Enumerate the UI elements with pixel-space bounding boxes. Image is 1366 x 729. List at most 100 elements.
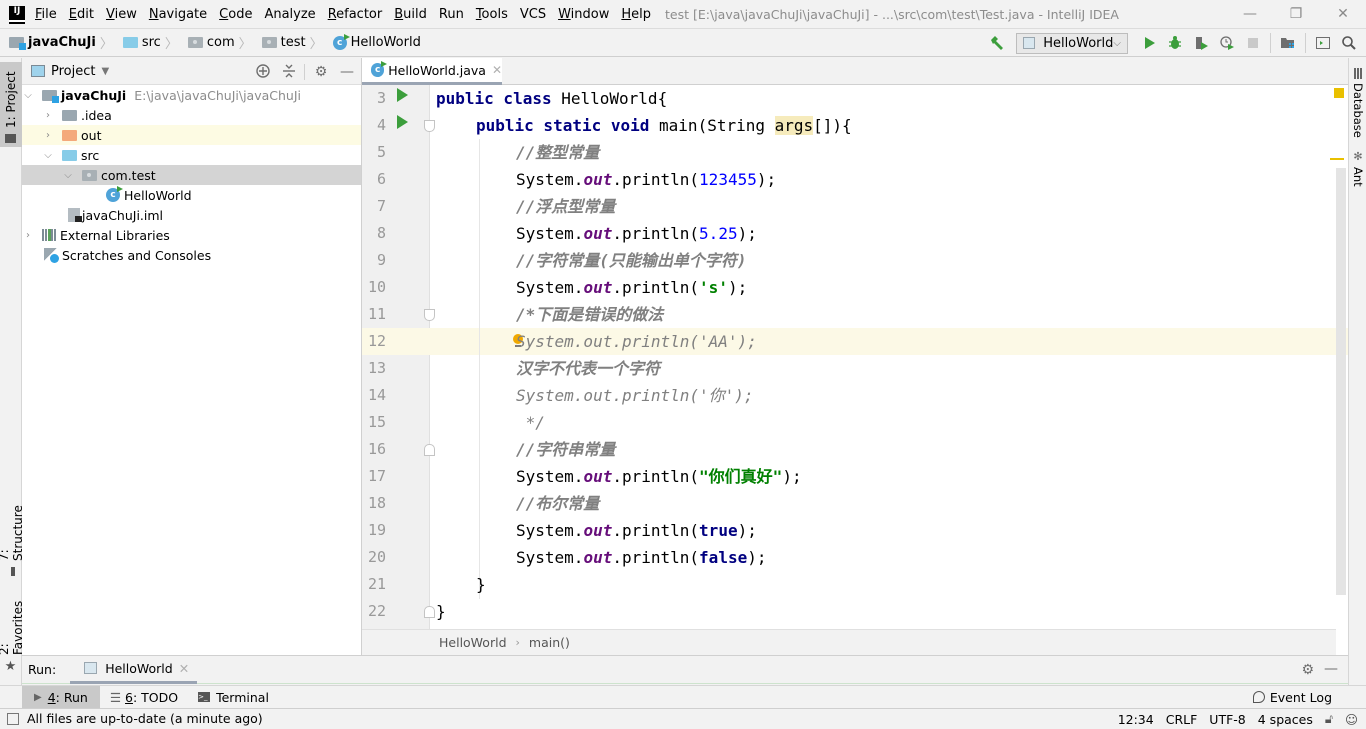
run-configuration-selector[interactable]: HelloWorld ⌵ [1016, 32, 1128, 54]
inspection-status-icon[interactable] [1334, 88, 1344, 98]
close-tab-icon[interactable]: ✕ [179, 661, 189, 676]
chevron-right-icon[interactable]: › [42, 130, 54, 141]
project-tool-window: Project ▼ ⚙ — ⌵ javaChuJi E:\java\javaCh… [22, 58, 362, 655]
menu-edit[interactable]: Edit [69, 7, 94, 22]
tree-item-iml[interactable]: javaChuJi.iml [22, 205, 361, 225]
breadcrumb-helloworld[interactable]: c HelloWorld [332, 33, 421, 50]
code-text: ); [727, 278, 748, 297]
breadcrumb-com[interactable]: com 〉 [187, 33, 256, 52]
code-line-7: //浮点型常量 [430, 193, 1336, 220]
profile-button[interactable] [1216, 32, 1238, 54]
todo-list-icon: ☰ [109, 689, 122, 705]
line-number: 20 [367, 548, 386, 566]
chevron-right-icon[interactable]: › [22, 230, 34, 241]
menu-tools[interactable]: Tools [476, 7, 508, 22]
hide-run-window-icon[interactable]: — [1324, 661, 1338, 677]
project-structure-button[interactable] [1277, 32, 1299, 54]
menu-window[interactable]: Window [558, 7, 609, 22]
tool-window-event-log-button[interactable]: Event Log [1243, 686, 1342, 709]
editor-breadcrumbs: HelloWorld › main() [362, 629, 1336, 655]
chevron-down-icon[interactable]: ▼ [101, 66, 109, 77]
run-class-gutter-icon[interactable] [397, 88, 408, 102]
menu-view[interactable]: View [106, 7, 137, 22]
breadcrumb-javachuji[interactable]: javaChuJi 〉 [9, 33, 117, 52]
boolean-literal: false [699, 548, 748, 567]
menu-help[interactable]: Help [621, 7, 651, 22]
close-tab-icon[interactable]: ✕ [492, 63, 502, 77]
chevron-down-icon[interactable]: ⌵ [62, 170, 74, 181]
tree-item-scratches[interactable]: Scratches and Consoles [22, 245, 361, 265]
chevron-right-icon[interactable]: › [42, 110, 54, 121]
parameter-highlight: args [774, 116, 814, 135]
locate-file-button[interactable] [254, 63, 272, 81]
application-config-icon [84, 662, 98, 674]
menu-build[interactable]: Build [394, 7, 427, 22]
tool-window-run-button[interactable]: ▶ 4: Run [22, 685, 100, 709]
collapse-all-button[interactable] [280, 63, 298, 81]
tree-item-src[interactable]: ⌵ src [22, 145, 361, 165]
chevron-down-icon[interactable]: ⌵ [22, 90, 34, 101]
menu-refactor[interactable]: Refactor [328, 7, 383, 22]
menu-code[interactable]: Code [219, 7, 252, 22]
tool-window-favorites-tab[interactable]: ★ 2: Favorites [0, 588, 25, 678]
breadcrumb-src[interactable]: src 〉 [122, 33, 182, 52]
run-with-coverage-button[interactable] [1190, 32, 1212, 54]
menu-navigate[interactable]: Navigate [149, 7, 207, 22]
run-icon [1145, 37, 1155, 49]
restore-button[interactable]: ❐ [1286, 4, 1306, 24]
tool-window-database-tab[interactable]: Database [1349, 68, 1366, 148]
lock-icon[interactable]: 🔓︎ [1325, 711, 1333, 727]
terminal-toolbar-button[interactable] [1312, 32, 1334, 54]
tree-item-helloworld[interactable]: c HelloWorld [22, 185, 361, 205]
search-everywhere-button[interactable] [1338, 32, 1360, 54]
indent-selector[interactable]: 4 spaces [1258, 712, 1313, 727]
menu-help-mnemonic: H [621, 6, 632, 22]
run-main-gutter-icon[interactable] [397, 115, 408, 129]
hector-inspector-icon[interactable]: ☺ [1345, 712, 1358, 727]
project-view-selector[interactable]: Project [51, 64, 95, 79]
package-icon [261, 37, 277, 48]
menu-vcs[interactable]: VCS [520, 7, 546, 22]
tree-item-javachuji[interactable]: ⌵ javaChuJi E:\java\javaChuJi\javaChuJi [22, 85, 361, 105]
menu-run[interactable]: Run [439, 7, 464, 22]
debug-button[interactable] [1164, 32, 1186, 54]
run-button[interactable] [1138, 32, 1160, 54]
run-tab-helloworld[interactable]: HelloWorld ✕ [70, 655, 198, 684]
tree-item-out[interactable]: › out [22, 125, 361, 145]
tree-item-external-libraries[interactable]: › External Libraries [22, 225, 361, 245]
editor-tab-bar: c HelloWorld.java ✕ [362, 58, 1348, 85]
run-settings-gear-icon[interactable]: ⚙ [1301, 662, 1314, 678]
hide-panel-button[interactable]: — [338, 63, 356, 81]
editor-breadcrumb-method[interactable]: main() [529, 635, 570, 650]
code-area[interactable]: public class HelloWorld{ public static v… [430, 85, 1348, 629]
tree-item-com-test[interactable]: ⌵ com.test [22, 165, 361, 185]
stop-button[interactable] [1242, 32, 1264, 54]
warning-stripe-marker[interactable] [1330, 158, 1344, 160]
static-field: out [583, 521, 613, 540]
minimize-button[interactable]: — [1240, 4, 1260, 24]
toggle-tool-windows-icon[interactable] [7, 712, 19, 725]
menu-edit-mnemonic: E [68, 6, 77, 22]
line-number: 15 [367, 413, 386, 431]
editor-tab-helloworld[interactable]: c HelloWorld.java ✕ [362, 58, 502, 85]
project-settings-button[interactable]: ⚙ [312, 63, 330, 81]
line-number: 12 [367, 332, 386, 350]
chevron-down-icon[interactable]: ⌵ [42, 150, 54, 161]
vertical-scrollbar[interactable] [1336, 168, 1346, 595]
menu-file[interactable]: File [35, 7, 57, 22]
tool-window-structure-tab[interactable]: 7: Structure [0, 490, 25, 580]
breadcrumb-separator: 〉 [309, 37, 323, 52]
build-button[interactable] [986, 32, 1008, 54]
line-separator-selector[interactable]: CRLF [1166, 712, 1198, 727]
tool-window-terminal-button[interactable]: >_ Terminal [188, 686, 279, 709]
close-window-button[interactable]: ✕ [1333, 4, 1353, 24]
breadcrumb-test[interactable]: test 〉 [261, 33, 327, 52]
tree-item-idea[interactable]: › .idea [22, 105, 361, 125]
menu-analyze[interactable]: Analyze [264, 7, 315, 22]
caret-position[interactable]: 12:34 [1118, 712, 1154, 727]
editor-breadcrumb-class[interactable]: HelloWorld [439, 635, 507, 650]
tool-window-project-tab[interactable]: 1: Project [0, 62, 22, 147]
file-encoding-selector[interactable]: UTF-8 [1209, 712, 1245, 727]
tool-window-ant-tab[interactable]: ✻ Ant [1349, 150, 1366, 200]
tool-window-todo-button[interactable]: ☰ 6: TODO [100, 686, 188, 709]
